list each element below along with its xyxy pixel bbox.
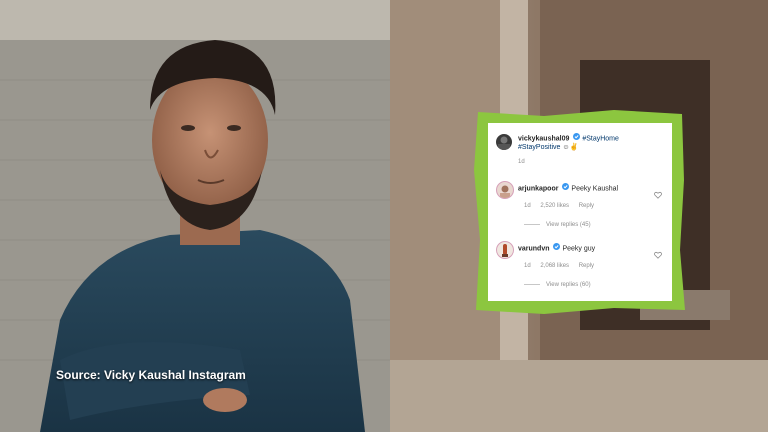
comment-2-meta: 1d 2,068 likes Reply [524, 263, 594, 269]
comment-1-view-replies[interactable]: View replies (45) [524, 222, 591, 228]
comment-1-view-replies-label[interactable]: View replies (45) [546, 222, 591, 228]
source-caption: Source: Vicky Kaushal Instagram [56, 368, 246, 382]
comment-1-reply-button[interactable]: Reply [579, 203, 594, 209]
verified-badge-icon [553, 243, 561, 254]
comment-2-view-replies[interactable]: View replies (60) [524, 282, 591, 288]
post-timestamp: 1d [518, 159, 525, 165]
instagram-comment-card: vickykaushal09 #StayHome #StayPositive ☺… [488, 123, 672, 301]
comment-2-likes[interactable]: 2,068 likes [540, 263, 569, 269]
comment-1-meta: 1d 2,520 likes Reply [524, 203, 594, 209]
hashtag-staypositive[interactable]: #StayPositive [518, 144, 560, 151]
comment-2-username[interactable]: varundvn [518, 245, 550, 252]
comment-2-body: Peeky guy [562, 245, 596, 253]
post-emojis: ☺✌ [562, 144, 579, 151]
replies-divider-line [524, 283, 540, 285]
heart-outline-icon[interactable] [654, 246, 662, 264]
comment-1-username[interactable]: arjunkapoor [518, 185, 558, 192]
comment-avatar-varundvn[interactable] [496, 241, 514, 259]
background-photo: Source: Vicky Kaushal Instagram vickykau… [0, 0, 768, 432]
comment-2-time: 1d [524, 263, 531, 269]
comment-2-reply-button[interactable]: Reply [579, 263, 594, 269]
comment-1-body: Peeky Kaushal [571, 185, 619, 193]
comment-1-time: 1d [524, 203, 531, 209]
hashtag-stayhome[interactable]: #StayHome [582, 135, 619, 142]
comment-avatar-arjunkapoor[interactable] [496, 181, 514, 199]
verified-badge-icon [562, 183, 570, 194]
comment-1-text-line: arjunkapoor Peeky Kaushal [518, 183, 618, 194]
post-caption-line-2: #StayPositive ☺✌ [518, 143, 578, 153]
post-author-avatar[interactable] [496, 134, 512, 150]
comment-1-likes[interactable]: 2,520 likes [540, 203, 569, 209]
comment-2-view-replies-label[interactable]: View replies (60) [546, 282, 591, 288]
comment-2-text-line: varundvn Peeky guy [518, 243, 595, 254]
replies-divider-line [524, 223, 540, 225]
heart-outline-icon[interactable] [654, 186, 662, 204]
post-author-username[interactable]: vickykaushal09 [518, 135, 569, 142]
